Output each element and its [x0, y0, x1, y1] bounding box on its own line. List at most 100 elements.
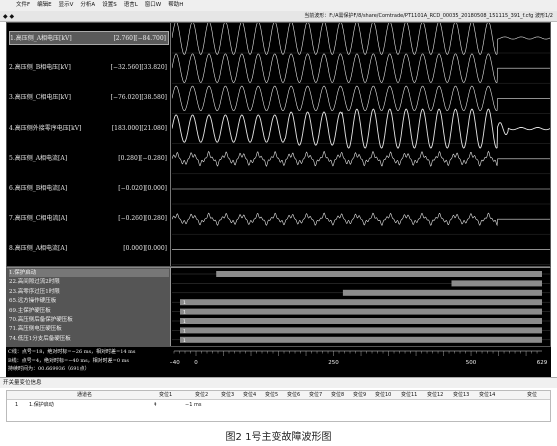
analog-channel-name: 4.高压侧外接零序电压[kV]: [9, 124, 82, 132]
waveform-trace-1: [172, 23, 550, 55]
digital-channel-labels: 1.保护启动 22.高间隙过流2时限 23.高零序过压1时限 65.远方操作硬压板 69…: [7, 268, 171, 346]
digital-state-bar: [342, 289, 542, 296]
table-row[interactable]: 1 1.保护启动 ↟ −1 ms: [7, 401, 550, 410]
axis-tick-label: 629: [537, 360, 548, 366]
digital-channel-panel[interactable]: 1.保护启动 22.高间隙过流2时限 23.高零序过压1时限 65.远方操作硬压板 69…: [6, 267, 551, 347]
table-header-cell: 变位3: [221, 392, 235, 398]
table-header-cell: 变位8: [331, 392, 345, 398]
menu-item-4[interactable]: 设置S: [102, 2, 117, 8]
table-header-cell: 变位5: [265, 392, 279, 398]
duration-line: 持续时间为：00.669936（691点）: [8, 366, 90, 372]
digital-state-bar: [216, 271, 542, 277]
analog-channel-label[interactable]: 1.高压侧_A相电压[kV] [2.760][−84.700]: [9, 31, 169, 45]
analog-waveform-canvas[interactable]: [172, 23, 550, 266]
axis-tick-label: 500: [466, 360, 477, 366]
row-channel: 1.保护启动: [29, 402, 54, 408]
menu-item-2[interactable]: 显示V: [59, 2, 74, 8]
digital-state-value: 1: [183, 338, 186, 344]
digital-state-value: 1: [183, 310, 186, 316]
analog-channel-name: 7.高压侧_C相电流[A]: [9, 215, 68, 223]
digital-state-bar: [451, 280, 542, 287]
analog-channel-label[interactable]: 6.高压侧_B相电流[A] [−0.020][0.000]: [9, 182, 169, 196]
time-axis: −40 0 250 500 629: [170, 347, 551, 377]
current-file-label: 当前波形：F:/A需保护F/8/share/Comtrade/PT1101A_R…: [304, 13, 553, 19]
digital-state-bar: [180, 318, 542, 324]
table-header-cell: 变位: [527, 392, 538, 398]
menu-item-0[interactable]: 文件F: [16, 2, 30, 8]
row-mark-icon: ↟: [153, 402, 158, 408]
digital-channel-label[interactable]: 1.保护启动: [9, 269, 169, 277]
digital-channel-canvas[interactable]: 1 1 1 1 1: [172, 268, 550, 346]
waveform-trace-2: [172, 53, 550, 83]
menu-item-6[interactable]: 窗口W: [145, 2, 161, 8]
digital-state-bar: [180, 308, 542, 315]
table-header-cell: 变位7: [309, 392, 323, 398]
table-header-cell: 变位1: [159, 392, 173, 398]
analog-channel-values: [−0.260][0.280]: [118, 215, 167, 223]
digital-state-bar: [180, 299, 542, 306]
waveform-trace-4: [172, 108, 550, 149]
menu-item-7[interactable]: 帮助H: [168, 2, 183, 8]
analog-channel-values: [−0.020][0.000]: [118, 185, 167, 192]
cursor-info-panel: C线：点号=18，绝对时标=−26 ms，相对时差=14 ms B线：点号=4，…: [6, 347, 170, 377]
digital-channel-label[interactable]: 71.高压侧电压硬压板: [9, 325, 169, 333]
digital-channel-label[interactable]: 23.高零序过压1时限: [9, 288, 169, 296]
analog-channel-label[interactable]: 4.高压侧外接零序电压[kV] [183.000][21.080]: [9, 122, 169, 136]
table-header: 通道名 变位1 变位2 变位3 变位4 变位5 变位6 变位7 变位8 变位9 变位10 变位11 变位…: [7, 391, 550, 400]
analog-channel-name: 1.高压侧_A相电压[kV]: [10, 35, 72, 42]
axis-tick-label: −40: [170, 360, 180, 366]
figure-caption: 图2 1号主变故障波形图: [225, 432, 332, 443]
toolbar-nav-icons[interactable]: ◆ ◆: [3, 11, 14, 21]
analog-channel-name: 5.高压侧_A相电流[A]: [9, 154, 68, 162]
switch-info-title: 开关量变位信息: [0, 377, 557, 388]
digital-channel-label[interactable]: 22.高间隙过流2时限: [9, 278, 169, 286]
table-header-cell: 变位14: [479, 392, 496, 398]
analog-channel-name: 3.高压侧_C相电压[kV]: [9, 94, 71, 102]
analog-channel-name: 6.高压侧_B相电流[A]: [9, 185, 68, 192]
menu-bar: 文件F 编辑E 显示V 分析A 设置S 语言L 窗口W 帮助H: [0, 0, 557, 11]
cursor-c-line: C线：点号=18，绝对时标=−26 ms，相对时差=14 ms: [8, 349, 136, 355]
menu-item-3[interactable]: 分析A: [80, 2, 95, 8]
digital-state-value: 1: [183, 319, 186, 325]
analog-channel-values: [2.760][−84.700]: [113, 35, 166, 42]
cursor-b-line: B线：点号=4，绝对时标=−40 ms，相对时差=0 ms: [8, 357, 129, 364]
analog-channel-name: 2.高压侧_B相电压[kV]: [9, 64, 71, 72]
analog-waveform-panel[interactable]: 1.高压侧_A相电压[kV] [2.760][−84.700] 2.高压侧_B相电压…: [6, 22, 551, 267]
analog-channel-label[interactable]: 8.高压侧_A相电流[A] [0.000][0.000]: [9, 242, 169, 256]
waveform-trace-3: [172, 85, 550, 112]
waveform-trace-7: [172, 212, 550, 227]
digital-channel-label[interactable]: 74.低压1分支后备硬压板: [9, 335, 169, 343]
toolbar: ◆ ◆ 当前波形：F:/A需保护F/8/share/Comtrade/PT110…: [0, 11, 557, 22]
analog-channel-label[interactable]: 3.高压侧_C相电压[kV] [−76.020][38.580]: [9, 91, 169, 105]
digital-channel-label[interactable]: 65.远方操作硬压板: [9, 297, 169, 305]
digital-channel-label[interactable]: 69.主保护硬压板: [9, 307, 169, 315]
switch-change-table[interactable]: 通道名 变位1 变位2 变位3 变位4 变位5 变位6 变位7 变位8 变位9 变位10 变位11 变位…: [6, 390, 551, 422]
digital-state-bar: [180, 327, 542, 334]
analog-channel-label[interactable]: 7.高压侧_C相电流[A] [−0.260][0.280]: [9, 212, 169, 226]
table-header-cell: 变位13: [453, 392, 470, 398]
table-header-cell: 变位11: [401, 392, 418, 398]
table-header-cell: 变位2: [195, 392, 209, 398]
table-header-cell: 变位10: [375, 392, 392, 398]
axis-tick-label: 250: [328, 360, 339, 366]
digital-channel-label[interactable]: 70.高压侧后备保护硬压板: [9, 316, 169, 324]
digital-state-value: 1: [183, 328, 186, 334]
digital-state-bar: [180, 336, 542, 343]
menu-item-1[interactable]: 编辑E: [37, 2, 51, 8]
table-header-cell: 变位9: [353, 392, 367, 398]
waveform-trace-5: [172, 150, 550, 167]
analog-channel-values: [183.000][21.080]: [111, 124, 167, 132]
analog-channel-values: [−32.560][33.820]: [110, 64, 167, 72]
table-header-cell: 变位4: [243, 392, 257, 398]
analog-channel-label[interactable]: 2.高压侧_B相电压[kV] [−32.560][33.820]: [9, 61, 169, 75]
row-change1: −1 ms: [185, 402, 202, 408]
table-header-cell: 变位6: [287, 392, 301, 398]
menu-item-5[interactable]: 语言L: [124, 2, 138, 8]
analog-channel-label[interactable]: 5.高压侧_A相电流[A] [0.280][−0.280]: [9, 152, 169, 166]
analog-channel-values: [0.280][−0.280]: [118, 154, 167, 162]
digital-state-value: 1: [183, 300, 186, 306]
table-header-cell: 变位12: [427, 392, 444, 398]
analog-channel-values: [0.000][0.000]: [123, 245, 167, 253]
axis-tick-label: 0: [194, 360, 198, 366]
table-header-cell: 通道名: [77, 392, 93, 398]
